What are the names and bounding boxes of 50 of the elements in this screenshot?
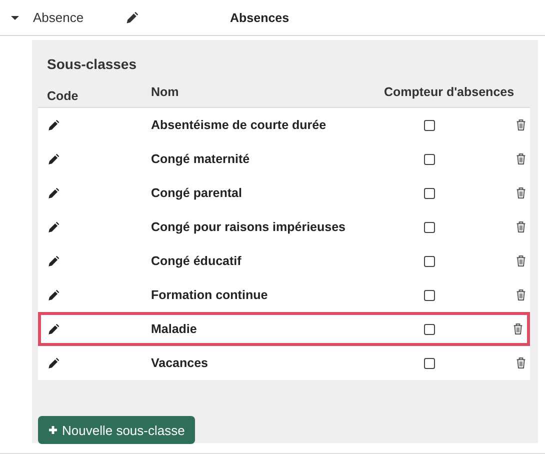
panel-title: Sous-classes xyxy=(47,56,138,72)
pencil-icon[interactable] xyxy=(47,220,60,234)
checkbox[interactable] xyxy=(424,120,434,130)
pencil-icon[interactable] xyxy=(47,254,60,268)
subclass-name: Congé parental xyxy=(151,186,243,200)
checkbox[interactable] xyxy=(424,154,434,164)
plus-icon xyxy=(48,425,58,435)
new-subclass-button[interactable]: Nouvelle sous-classe xyxy=(38,416,195,444)
pencil-icon[interactable] xyxy=(47,356,60,370)
table-row[interactable]: Absentéisme de courte durée xyxy=(38,108,530,142)
trash-icon[interactable] xyxy=(516,255,526,267)
checkbox[interactable] xyxy=(424,188,434,198)
column-header: Nom xyxy=(151,85,180,101)
column-header: Compteur d'absences xyxy=(382,85,516,101)
table-row[interactable]: Congé éducatif xyxy=(38,244,530,278)
checkbox[interactable] xyxy=(424,290,434,300)
table-row[interactable]: Maladie xyxy=(38,312,530,346)
pencil-icon[interactable] xyxy=(47,322,60,336)
subclass-name: Congé pour raisons impérieuses xyxy=(151,220,346,234)
pencil-icon[interactable] xyxy=(47,152,60,166)
column-header: Code xyxy=(47,88,80,105)
trash-icon[interactable] xyxy=(516,289,526,301)
pencil-icon[interactable] xyxy=(47,118,60,132)
table-row[interactable]: Formation continue xyxy=(38,278,530,312)
table-row[interactable]: Congé maternité xyxy=(38,142,530,176)
subclass-name: Vacances xyxy=(151,356,209,370)
subclass-name: Congé maternité xyxy=(151,152,251,166)
trash-icon[interactable] xyxy=(516,119,526,131)
checkbox[interactable] xyxy=(424,358,434,368)
subclass-name: Congé éducatif xyxy=(151,254,242,268)
table-row[interactable]: Vacances xyxy=(38,346,530,380)
trash-icon[interactable] xyxy=(516,357,526,369)
class-label: Absence xyxy=(33,10,85,25)
trash-icon[interactable] xyxy=(516,221,526,233)
pencil-icon[interactable] xyxy=(47,186,60,200)
trash-icon[interactable] xyxy=(516,153,526,165)
class-title: Absences xyxy=(230,10,290,24)
subclass-name: Formation continue xyxy=(151,288,269,302)
checkbox[interactable] xyxy=(424,256,434,266)
table-row[interactable]: Congé parental xyxy=(38,176,530,210)
subclass-name: Maladie xyxy=(151,322,198,336)
trash-icon[interactable] xyxy=(516,187,526,199)
checkbox[interactable] xyxy=(424,324,434,334)
table-row[interactable]: Congé pour raisons impérieuses xyxy=(38,210,530,244)
checkbox[interactable] xyxy=(424,222,434,232)
subclass-name: Absentéisme de courte durée xyxy=(151,118,328,132)
pencil-icon[interactable] xyxy=(125,10,139,24)
caret-icon[interactable] xyxy=(10,14,20,20)
trash-icon[interactable] xyxy=(513,323,523,335)
pencil-icon[interactable] xyxy=(47,288,60,302)
